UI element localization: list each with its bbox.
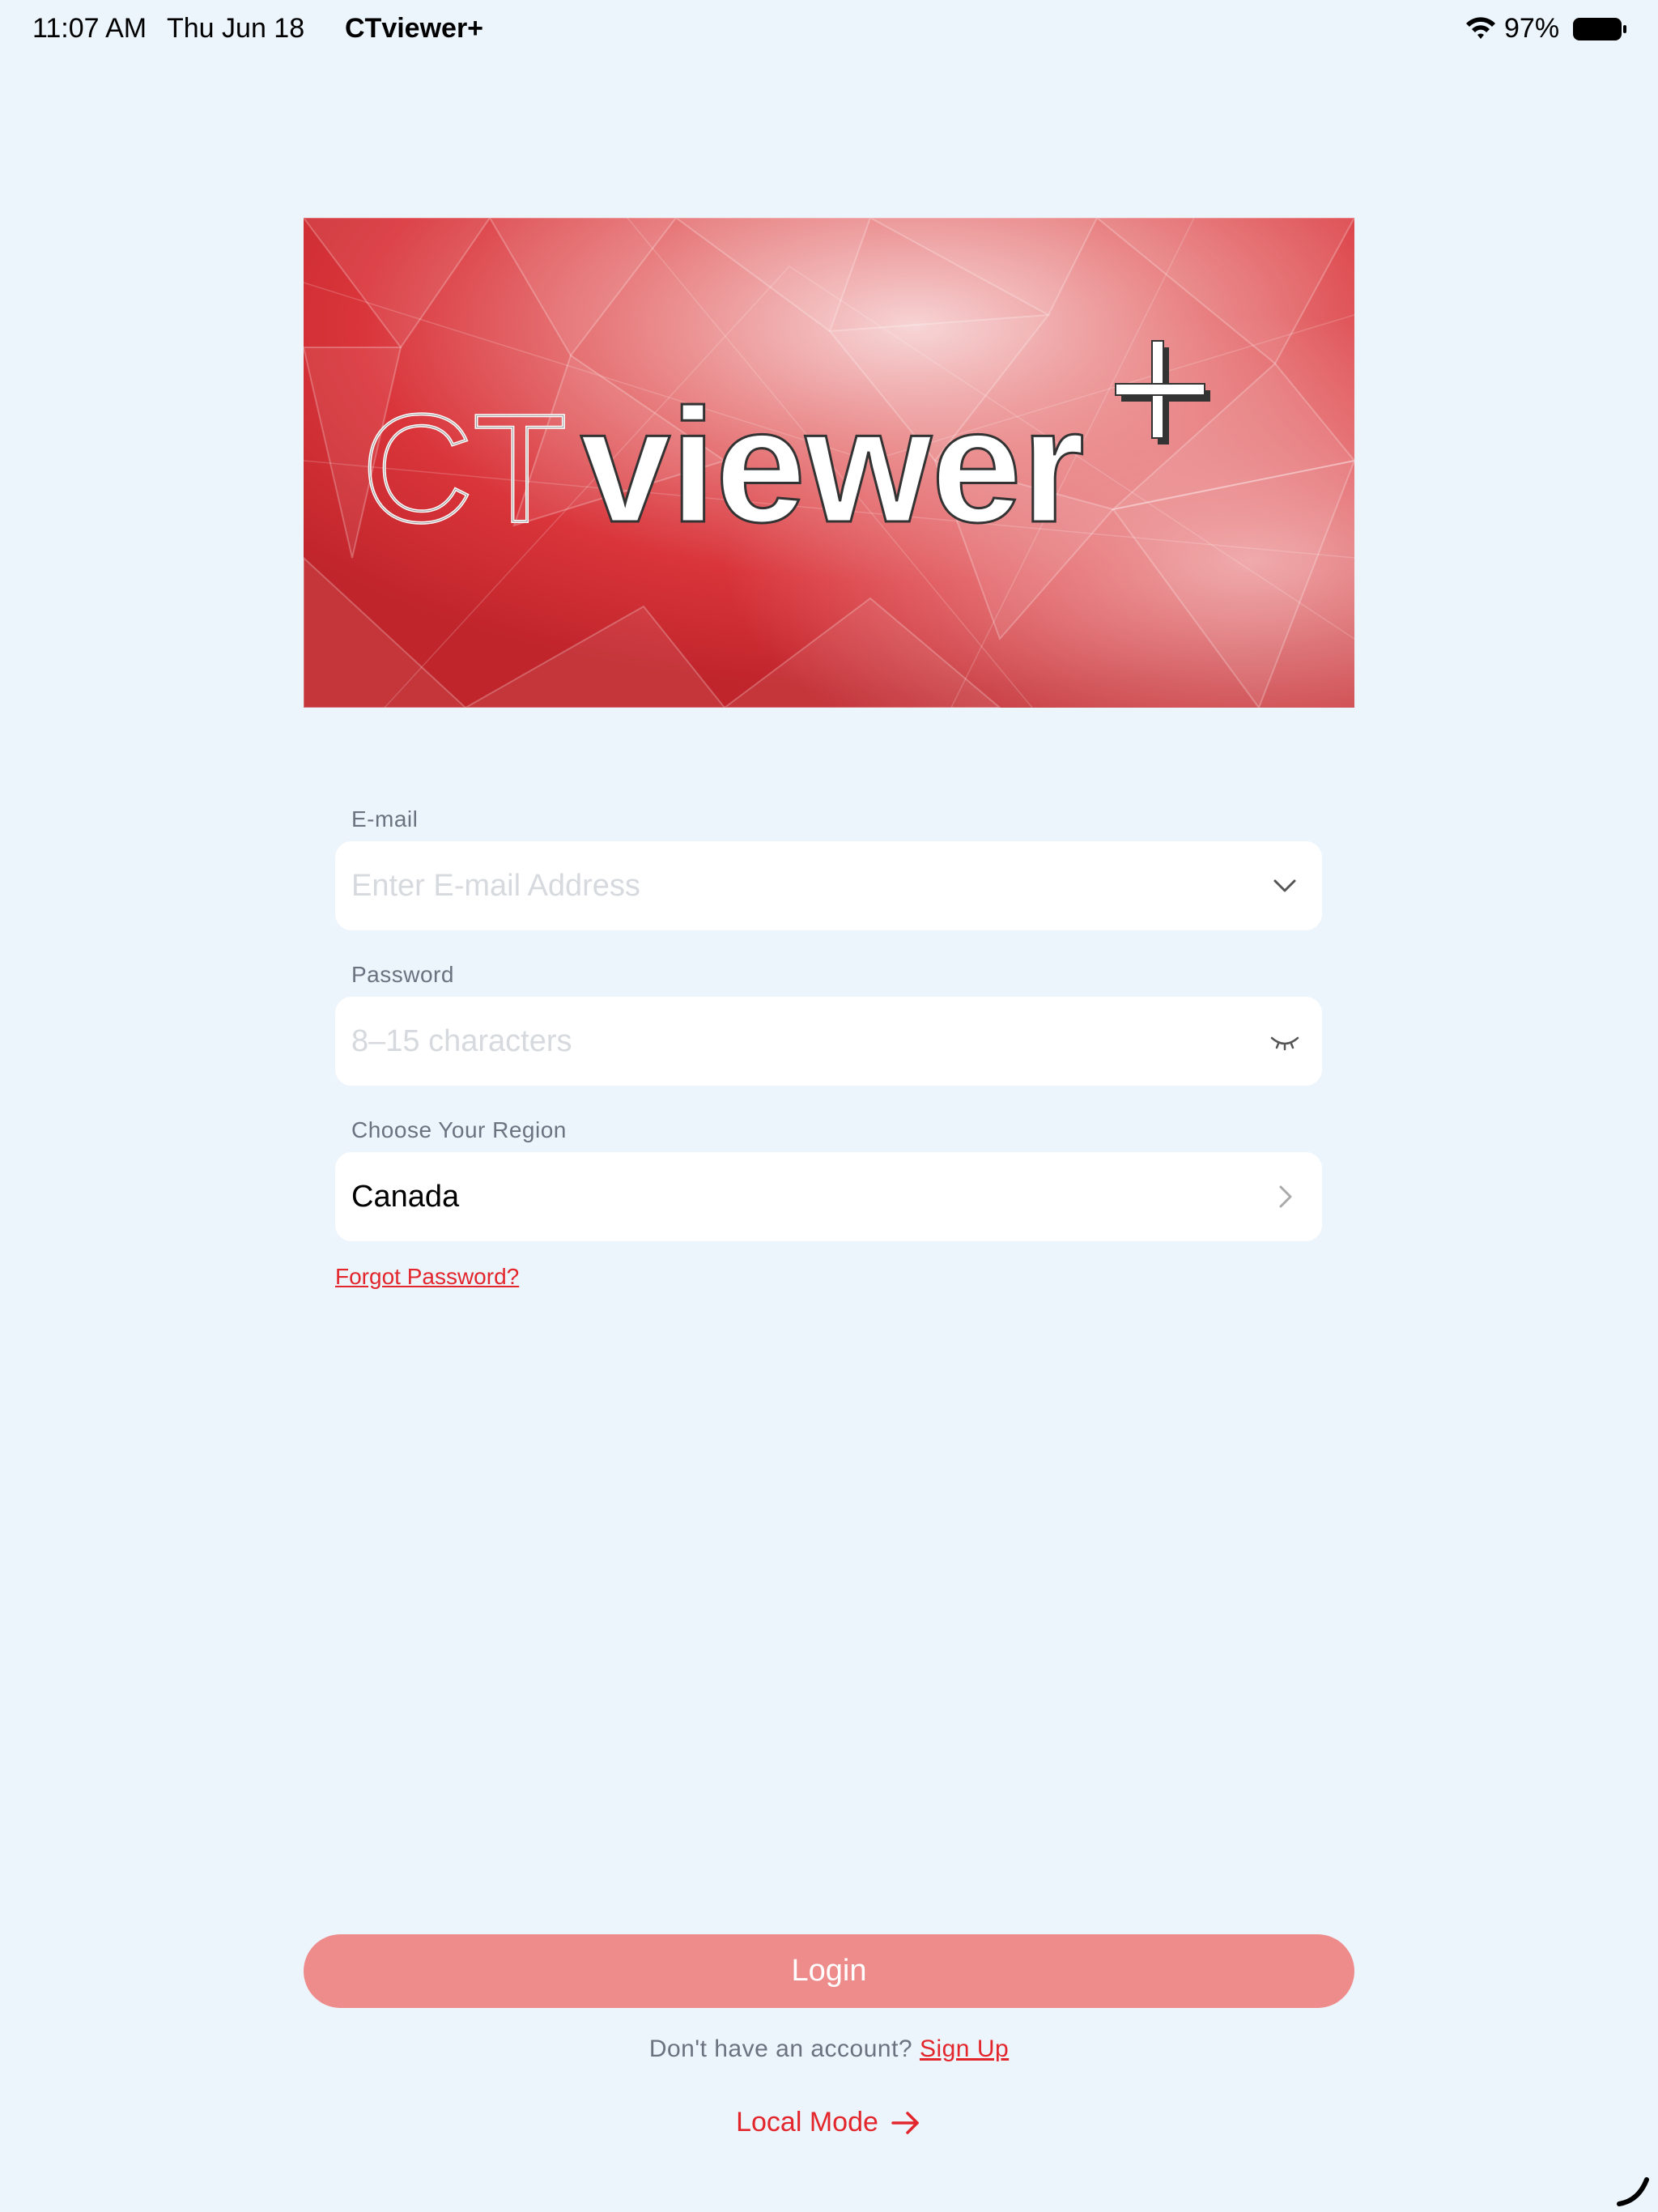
- region-selector[interactable]: Canada: [335, 1152, 1322, 1241]
- status-time: 11:07 AM: [32, 13, 147, 44]
- arrow-right-icon: [891, 2111, 919, 2134]
- signup-link[interactable]: Sign Up: [920, 2035, 1009, 2062]
- status-bar: 11:07 AM Thu Jun 18 CTviewer+ 97%: [0, 0, 1658, 58]
- login-button[interactable]: Login: [304, 1934, 1354, 2008]
- banner-graphic: CT CT viewer: [304, 218, 1354, 708]
- email-input[interactable]: [351, 841, 1209, 930]
- email-label: E-mail: [351, 806, 419, 832]
- eye-closed-icon[interactable]: [1269, 1025, 1301, 1057]
- battery-icon: [1573, 18, 1626, 40]
- password-field-container: [335, 997, 1322, 1086]
- region-value: Canada: [351, 1180, 460, 1214]
- password-input[interactable]: [351, 997, 1209, 1086]
- login-screen: 11:07 AM Thu Jun 18 CTviewer+ 97% CT CT …: [0, 0, 1658, 2212]
- forgot-password-link[interactable]: Forgot Password?: [335, 1264, 519, 1290]
- local-mode-button[interactable]: Local Mode: [0, 2107, 1658, 2138]
- app-logo-banner: CT CT viewer: [304, 218, 1354, 708]
- chevron-right-icon: [1279, 1185, 1292, 1208]
- corner-grabber-icon[interactable]: [1614, 2172, 1650, 2207]
- signup-prompt: Don't have an account?: [648, 2035, 920, 2062]
- region-label: Choose Your Region: [351, 1117, 567, 1142]
- password-label: Password: [351, 962, 454, 987]
- battery-percent: 97%: [1504, 13, 1560, 44]
- signup-prompt-line: Don't have an account? Sign Up: [0, 2035, 1658, 2063]
- email-field-container: [335, 841, 1322, 930]
- status-app-name: CTviewer+: [345, 13, 484, 44]
- status-date: Thu Jun 18: [167, 13, 305, 44]
- logo-text-bold: viewer: [580, 376, 1085, 556]
- wifi-icon: [1466, 17, 1495, 39]
- logo-text-light-outline: CT: [362, 383, 567, 555]
- local-mode-label: Local Mode: [736, 2107, 878, 2138]
- chevron-down-icon[interactable]: [1269, 870, 1301, 902]
